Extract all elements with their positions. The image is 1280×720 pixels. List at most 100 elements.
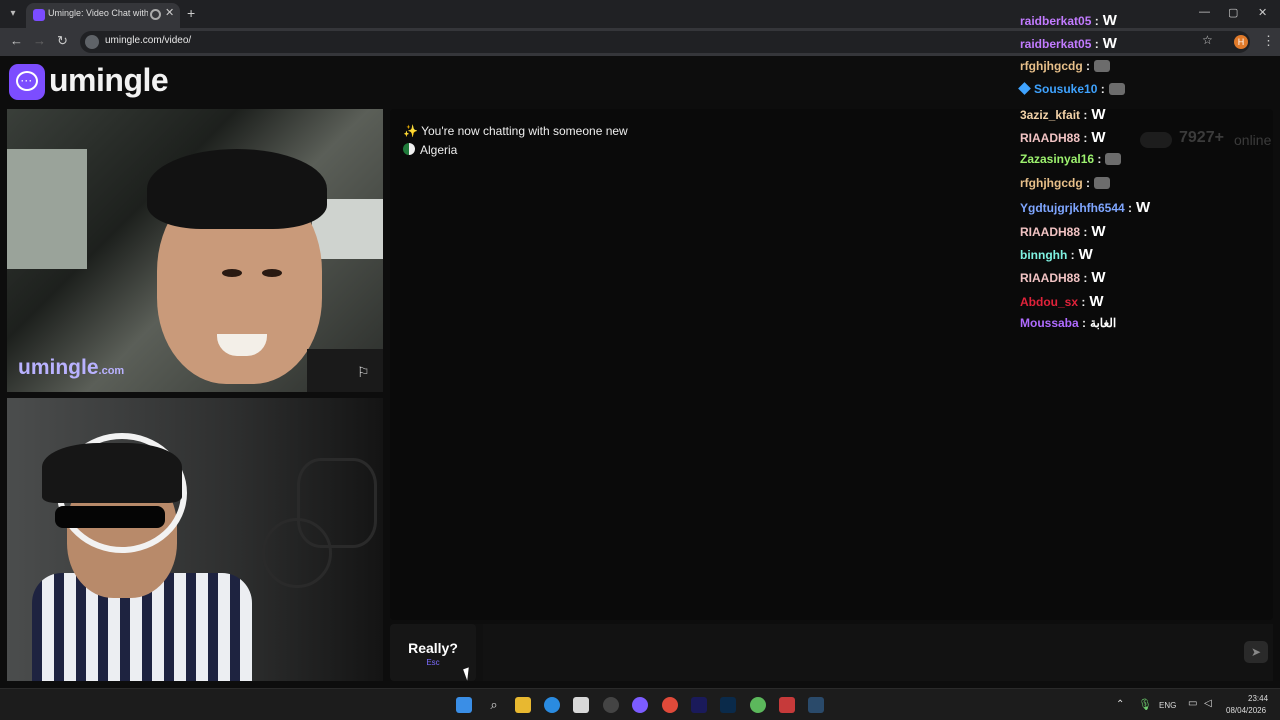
steam-icon[interactable] (808, 697, 824, 713)
site-info-icon[interactable] (85, 35, 99, 49)
close-tab-icon[interactable]: ✕ (165, 6, 174, 19)
chat-message: Zazasinyal16 : (1020, 152, 1122, 172)
chat-username[interactable]: rfghjhgcdg (1020, 176, 1083, 190)
browser-tab[interactable]: Umingle: Video Chat with S ✕ (26, 3, 180, 28)
watermark-main: umingle (18, 356, 99, 379)
twitch-icon[interactable] (632, 697, 648, 713)
logo-text[interactable]: umingle (49, 62, 169, 99)
search-icon[interactable]: ⌕ (486, 697, 502, 713)
media-player-icon[interactable] (779, 697, 795, 713)
tab-search-icon[interactable]: ▾ (4, 5, 22, 23)
photoshop-icon[interactable] (720, 697, 736, 713)
windows-start-icon[interactable] (456, 697, 472, 713)
back-button[interactable]: ← (10, 33, 23, 48)
windows-taskbar: ⌕ ⌃ 🎙 ENG ▭ ◁ 23:44 08/04/2026 (0, 688, 1280, 720)
chat-separator: : (1080, 224, 1088, 239)
chat-username[interactable]: raidberkat05 (1020, 14, 1091, 28)
edge-icon[interactable] (544, 697, 560, 713)
chat-message: Moussaba : الغابة (1020, 316, 1116, 336)
url-text[interactable]: umingle.com/video/ (105, 35, 191, 46)
reload-button[interactable]: ↻ (57, 33, 68, 49)
motorbike-frame (297, 458, 377, 548)
skip-hint: Esc (426, 658, 440, 667)
video-watermark: umingle.com (18, 356, 124, 380)
new-tab-button[interactable]: + (187, 5, 195, 21)
emote-icon (1105, 153, 1122, 166)
microphone-icon[interactable]: 🎙 (1138, 698, 1152, 711)
chat-message-text: W (1078, 246, 1093, 263)
chat-username[interactable]: RIAADH88 (1020, 271, 1080, 285)
chat-username[interactable]: Abdou_sx (1020, 295, 1078, 309)
chat-separator: : (1080, 271, 1088, 286)
chat-controls: Really? Esc ➤ (390, 624, 1273, 681)
chat-username[interactable]: RIAADH88 (1020, 225, 1080, 239)
emote-icon (1108, 83, 1125, 96)
tray-expand-icon[interactable]: ⌃ (1116, 699, 1124, 710)
maximize-button[interactable]: ▢ (1228, 6, 1238, 19)
chatgpt-icon[interactable] (603, 697, 619, 713)
online-toggle[interactable] (1140, 132, 1172, 148)
close-window-button[interactable]: ✕ (1258, 6, 1267, 19)
umingle-logo-icon[interactable]: ··· (9, 64, 45, 100)
chat-message: Ygdtujgrjkhfh6544 :W (1020, 199, 1150, 219)
utorrent-icon[interactable] (750, 697, 766, 713)
chat-username[interactable]: Zazasinyal16 (1020, 152, 1094, 166)
chat-username[interactable]: rfghjhgcdg (1020, 59, 1083, 73)
chat-separator: : (1094, 152, 1102, 167)
chat-username[interactable]: RIAADH88 (1020, 131, 1080, 145)
chat-message: RIAADH88 :W (1020, 129, 1106, 149)
report-flag-icon[interactable]: ⚐ (357, 364, 373, 380)
forward-button[interactable]: → (33, 33, 46, 48)
self-video (7, 398, 383, 681)
file-explorer-icon[interactable] (515, 697, 531, 713)
country-name: Algeria (420, 143, 458, 157)
chat-separator: : (1082, 175, 1090, 190)
language-indicator[interactable]: ENG (1159, 701, 1176, 710)
chat-username[interactable]: Moussaba (1020, 316, 1079, 330)
logo-dots: ··· (21, 76, 33, 86)
chat-message: rfghjhgcdg : (1020, 59, 1110, 79)
umingle-page: ··· umingle umingle.com ⚐ ✨ You're now c… (0, 56, 1280, 688)
chat-username[interactable]: Sousuke10 (1034, 82, 1097, 96)
chat-message: raidberkat05 :W (1020, 12, 1117, 32)
clock-time[interactable]: 23:44 (1248, 694, 1268, 703)
browser-menu-icon[interactable]: ⋮ (1262, 33, 1275, 49)
stranger-video: umingle.com ⚐ (7, 109, 383, 392)
chrome-icon[interactable] (662, 697, 678, 713)
chat-message: RIAADH88 :W (1020, 269, 1106, 289)
bookmark-star-icon[interactable]: ☆ (1202, 33, 1213, 47)
online-count: 7927+ (1179, 129, 1224, 146)
sunglasses (55, 506, 165, 528)
volume-icon[interactable]: ◁ (1204, 698, 1212, 709)
skip-button[interactable]: Really? Esc (390, 624, 476, 681)
chat-message-text: W (1091, 105, 1106, 123)
send-icon[interactable]: ➤ (1244, 641, 1268, 663)
watermark-suffix: .com (98, 365, 125, 377)
chat-separator: : (1080, 107, 1088, 122)
chat-panel: ✨ You're now chatting with someone new A… (390, 109, 1273, 620)
tab-title: Umingle: Video Chat with S (48, 8, 148, 18)
chat-message-text: الغابة (1090, 316, 1117, 331)
clock-date[interactable]: 08/04/2026 (1226, 706, 1266, 715)
network-icon[interactable]: ▭ (1188, 698, 1197, 709)
store-icon[interactable] (573, 697, 589, 713)
recording-icon (150, 9, 161, 20)
minimize-button[interactable]: — (1199, 6, 1210, 18)
chat-username[interactable]: Ygdtujgrjkhfh6544 (1020, 201, 1125, 215)
online-label: online (1234, 132, 1272, 148)
site-favicon-icon (33, 9, 45, 21)
emote-icon (1094, 176, 1110, 189)
chat-separator: : (1067, 248, 1075, 262)
chat-separator: : (1080, 131, 1088, 145)
emote-icon (1094, 59, 1110, 72)
sparkle-icon: ✨ (403, 124, 418, 138)
profile-avatar[interactable]: H (1234, 35, 1248, 49)
chat-username[interactable]: 3aziz_kfait (1020, 108, 1080, 122)
chat-username[interactable]: binnghh (1020, 248, 1067, 262)
eye (222, 269, 242, 277)
chat-separator: : (1078, 294, 1086, 309)
message-input[interactable] (483, 624, 1273, 681)
premiere-pro-icon[interactable] (691, 697, 707, 713)
car-window-left (7, 149, 87, 269)
chat-username[interactable]: raidberkat05 (1020, 37, 1091, 51)
